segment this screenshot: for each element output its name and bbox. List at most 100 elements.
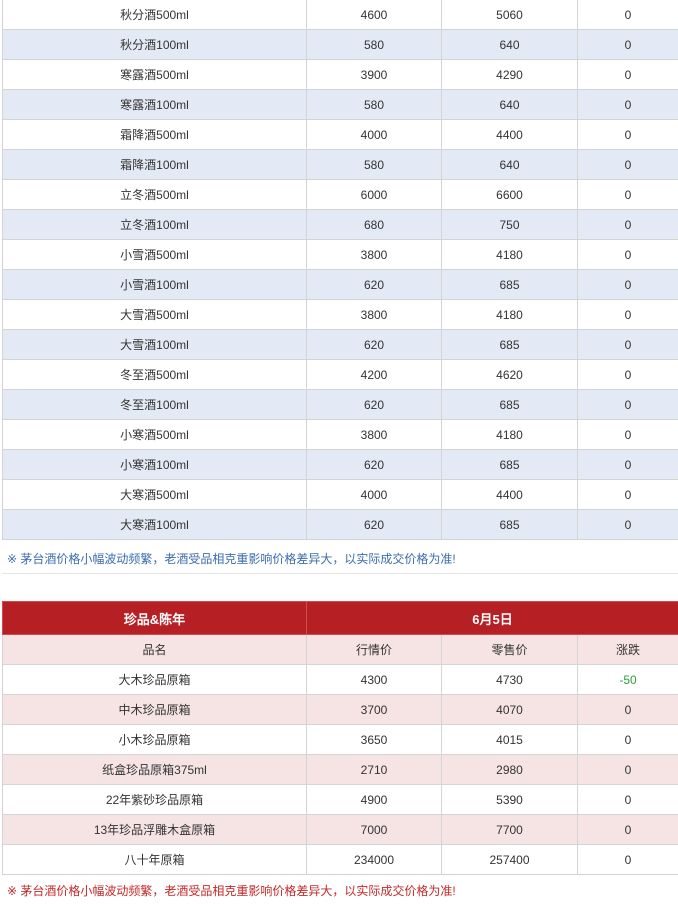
cell-market: 3650 bbox=[307, 725, 442, 755]
cell-retail: 4400 bbox=[442, 480, 578, 510]
cell-market: 6000 bbox=[307, 180, 442, 210]
cell-change: -50 bbox=[578, 665, 678, 695]
cell-retail: 4400 bbox=[442, 120, 578, 150]
cell-change: 0 bbox=[578, 785, 678, 815]
price-disclaimer: ※ 茅台酒价格小幅波动频繁，老酒受品相克重影响价格差异大，以实际成交价格为准! bbox=[2, 544, 678, 574]
cell-market: 580 bbox=[307, 30, 442, 60]
cell-retail: 4180 bbox=[442, 240, 578, 270]
cell-retail: 5390 bbox=[442, 785, 578, 815]
seasonal-price-table: 秋分酒500ml460050600秋分酒100ml5806400寒露酒500ml… bbox=[2, 0, 678, 540]
table-row: 中木珍品原箱370040700 bbox=[3, 695, 678, 725]
table-row: 秋分酒100ml5806400 bbox=[3, 30, 678, 60]
cell-retail: 640 bbox=[442, 30, 578, 60]
cell-market: 2710 bbox=[307, 755, 442, 785]
column-header-retail: 零售价 bbox=[442, 635, 578, 665]
cell-retail: 4180 bbox=[442, 300, 578, 330]
table-row: 大雪酒500ml380041800 bbox=[3, 300, 678, 330]
cell-market: 3900 bbox=[307, 60, 442, 90]
cell-retail: 5060 bbox=[442, 0, 578, 30]
cell-market: 620 bbox=[307, 510, 442, 540]
cell-market: 3800 bbox=[307, 300, 442, 330]
treasure-aged-price-table: 珍品&陈年 6月5日 品名 行情价 零售价 涨跌 大木珍品原箱43004730-… bbox=[2, 601, 678, 875]
cell-retail: 4290 bbox=[442, 60, 578, 90]
cell-retail: 685 bbox=[442, 510, 578, 540]
cell-name: 大寒酒100ml bbox=[3, 510, 307, 540]
table-row: 立冬酒100ml6807500 bbox=[3, 210, 678, 240]
cell-name: 寒露酒500ml bbox=[3, 60, 307, 90]
cell-change: 0 bbox=[578, 390, 678, 420]
cell-change: 0 bbox=[578, 90, 678, 120]
cell-change: 0 bbox=[578, 725, 678, 755]
section-header-row: 珍品&陈年 6月5日 bbox=[3, 602, 678, 635]
cell-retail: 6600 bbox=[442, 180, 578, 210]
cell-retail: 4180 bbox=[442, 420, 578, 450]
cell-retail: 7700 bbox=[442, 815, 578, 845]
cell-change: 0 bbox=[578, 510, 678, 540]
cell-name: 立冬酒100ml bbox=[3, 210, 307, 240]
cell-name: 秋分酒500ml bbox=[3, 0, 307, 30]
cell-market: 4200 bbox=[307, 360, 442, 390]
cell-change: 0 bbox=[578, 420, 678, 450]
table-row: 小寒酒100ml6206850 bbox=[3, 450, 678, 480]
cell-retail: 750 bbox=[442, 210, 578, 240]
cell-change: 0 bbox=[578, 180, 678, 210]
table-row: 冬至酒500ml420046200 bbox=[3, 360, 678, 390]
cell-market: 4000 bbox=[307, 120, 442, 150]
column-header-name: 品名 bbox=[3, 635, 307, 665]
cell-retail: 685 bbox=[442, 270, 578, 300]
cell-retail: 685 bbox=[442, 390, 578, 420]
cell-name: 冬至酒100ml bbox=[3, 390, 307, 420]
table-row: 霜降酒100ml5806400 bbox=[3, 150, 678, 180]
table-row: 大寒酒500ml400044000 bbox=[3, 480, 678, 510]
cell-change: 0 bbox=[578, 330, 678, 360]
table-row: 小木珍品原箱365040150 bbox=[3, 725, 678, 755]
table-row: 小寒酒500ml380041800 bbox=[3, 420, 678, 450]
table-row: 小雪酒100ml6206850 bbox=[3, 270, 678, 300]
cell-name: 中木珍品原箱 bbox=[3, 695, 307, 725]
cell-market: 4000 bbox=[307, 480, 442, 510]
table-row: 立冬酒500ml600066000 bbox=[3, 180, 678, 210]
section-title: 珍品&陈年 bbox=[3, 602, 307, 635]
cell-market: 3800 bbox=[307, 420, 442, 450]
column-header-market: 行情价 bbox=[307, 635, 442, 665]
cell-retail: 685 bbox=[442, 330, 578, 360]
cell-retail: 4015 bbox=[442, 725, 578, 755]
table-row: 寒露酒500ml390042900 bbox=[3, 60, 678, 90]
cell-retail: 257400 bbox=[442, 845, 578, 875]
cell-name: 寒露酒100ml bbox=[3, 90, 307, 120]
cell-retail: 4070 bbox=[442, 695, 578, 725]
cell-change: 0 bbox=[578, 300, 678, 330]
cell-change: 0 bbox=[578, 480, 678, 510]
cell-retail: 4620 bbox=[442, 360, 578, 390]
cell-market: 7000 bbox=[307, 815, 442, 845]
cell-retail: 4730 bbox=[442, 665, 578, 695]
cell-name: 八十年原箱 bbox=[3, 845, 307, 875]
cell-change: 0 bbox=[578, 815, 678, 845]
table-row: 寒露酒100ml5806400 bbox=[3, 90, 678, 120]
table-row: 大木珍品原箱43004730-50 bbox=[3, 665, 678, 695]
cell-name: 霜降酒100ml bbox=[3, 150, 307, 180]
table-row: 霜降酒500ml400044000 bbox=[3, 120, 678, 150]
cell-change: 0 bbox=[578, 360, 678, 390]
table-row: 八十年原箱2340002574000 bbox=[3, 845, 678, 875]
cell-retail: 640 bbox=[442, 90, 578, 120]
cell-change: 0 bbox=[578, 755, 678, 785]
cell-market: 3700 bbox=[307, 695, 442, 725]
cell-market: 4900 bbox=[307, 785, 442, 815]
cell-market: 620 bbox=[307, 390, 442, 420]
table-row: 大寒酒100ml6206850 bbox=[3, 510, 678, 540]
cell-retail: 2980 bbox=[442, 755, 578, 785]
table-row: 13年珍品浮雕木盒原箱700077000 bbox=[3, 815, 678, 845]
table-row: 秋分酒500ml460050600 bbox=[3, 0, 678, 30]
cell-change: 0 bbox=[578, 270, 678, 300]
cell-market: 580 bbox=[307, 150, 442, 180]
cell-name: 小木珍品原箱 bbox=[3, 725, 307, 755]
cell-market: 620 bbox=[307, 330, 442, 360]
cell-name: 13年珍品浮雕木盒原箱 bbox=[3, 815, 307, 845]
cell-change: 0 bbox=[578, 695, 678, 725]
cell-retail: 640 bbox=[442, 150, 578, 180]
cell-change: 0 bbox=[578, 845, 678, 875]
cell-market: 620 bbox=[307, 270, 442, 300]
cell-name: 秋分酒100ml bbox=[3, 30, 307, 60]
cell-name: 纸盒珍品原箱375ml bbox=[3, 755, 307, 785]
